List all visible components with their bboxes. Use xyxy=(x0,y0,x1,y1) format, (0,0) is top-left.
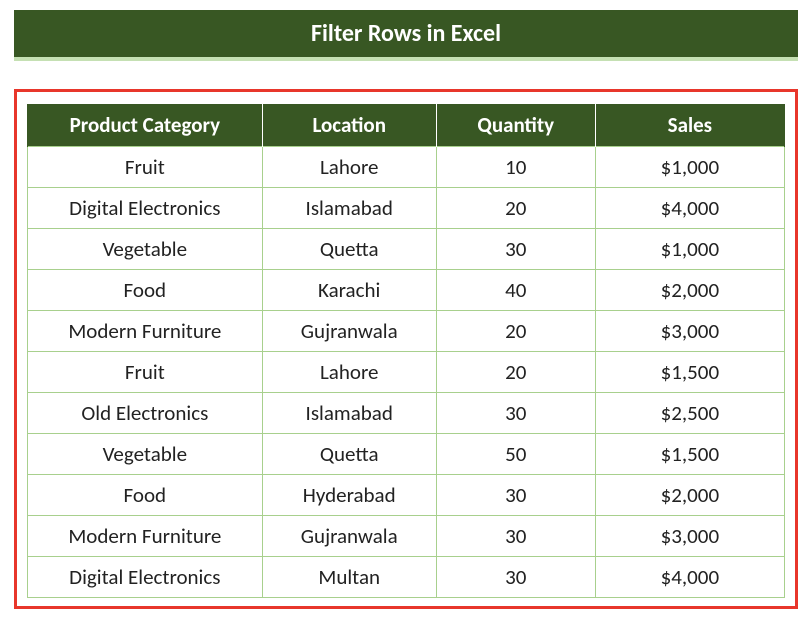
cell-location: Karachi xyxy=(262,270,436,311)
cell-category: Fruit xyxy=(28,352,263,393)
table-row: Digital ElectronicsMultan30$4,000 xyxy=(28,557,785,598)
cell-quantity: 10 xyxy=(436,147,595,188)
cell-quantity: 20 xyxy=(436,311,595,352)
table-row: Digital ElectronicsIslamabad20$4,000 xyxy=(28,188,785,229)
table-row: Modern FurnitureGujranwala20$3,000 xyxy=(28,311,785,352)
cell-quantity: 30 xyxy=(436,516,595,557)
cell-quantity: 20 xyxy=(436,188,595,229)
cell-sales: $3,000 xyxy=(595,311,784,352)
cell-sales: $1,500 xyxy=(595,434,784,475)
cell-location: Quetta xyxy=(262,229,436,270)
table-container: Product Category Location Quantity Sales… xyxy=(14,89,798,609)
cell-sales: $2,000 xyxy=(595,270,784,311)
table-row: FoodKarachi40$2,000 xyxy=(28,270,785,311)
header-category: Product Category xyxy=(28,104,263,147)
header-quantity: Quantity xyxy=(436,104,595,147)
cell-quantity: 30 xyxy=(436,475,595,516)
cell-quantity: 30 xyxy=(436,229,595,270)
cell-location: Multan xyxy=(262,557,436,598)
cell-location: Gujranwala xyxy=(262,516,436,557)
cell-location: Islamabad xyxy=(262,188,436,229)
cell-sales: $2,500 xyxy=(595,393,784,434)
cell-category: Fruit xyxy=(28,147,263,188)
cell-location: Hyderabad xyxy=(262,475,436,516)
cell-category: Food xyxy=(28,475,263,516)
cell-category: Old Electronics xyxy=(28,393,263,434)
cell-location: Quetta xyxy=(262,434,436,475)
table-row: FruitLahore20$1,500 xyxy=(28,352,785,393)
table-row: VegetableQuetta30$1,000 xyxy=(28,229,785,270)
cell-quantity: 20 xyxy=(436,352,595,393)
data-table: Product Category Location Quantity Sales… xyxy=(27,104,785,598)
cell-location: Islamabad xyxy=(262,393,436,434)
cell-quantity: 50 xyxy=(436,434,595,475)
cell-category: Food xyxy=(28,270,263,311)
table-row: FruitLahore10$1,000 xyxy=(28,147,785,188)
header-row: Product Category Location Quantity Sales xyxy=(28,104,785,147)
cell-sales: $2,000 xyxy=(595,475,784,516)
table-row: Old ElectronicsIslamabad30$2,500 xyxy=(28,393,785,434)
cell-sales: $1,500 xyxy=(595,352,784,393)
cell-category: Modern Furniture xyxy=(28,311,263,352)
cell-quantity: 30 xyxy=(436,557,595,598)
cell-sales: $3,000 xyxy=(595,516,784,557)
page-title: Filter Rows in Excel xyxy=(14,10,798,61)
cell-sales: $4,000 xyxy=(595,557,784,598)
cell-location: Lahore xyxy=(262,352,436,393)
cell-sales: $4,000 xyxy=(595,188,784,229)
cell-category: Digital Electronics xyxy=(28,557,263,598)
cell-category: Digital Electronics xyxy=(28,188,263,229)
cell-quantity: 40 xyxy=(436,270,595,311)
table-row: VegetableQuetta50$1,500 xyxy=(28,434,785,475)
cell-category: Vegetable xyxy=(28,434,263,475)
cell-sales: $1,000 xyxy=(595,147,784,188)
cell-sales: $1,000 xyxy=(595,229,784,270)
cell-category: Modern Furniture xyxy=(28,516,263,557)
table-row: Modern FurnitureGujranwala30$3,000 xyxy=(28,516,785,557)
header-location: Location xyxy=(262,104,436,147)
cell-quantity: 30 xyxy=(436,393,595,434)
cell-category: Vegetable xyxy=(28,229,263,270)
cell-location: Lahore xyxy=(262,147,436,188)
header-sales: Sales xyxy=(595,104,784,147)
cell-location: Gujranwala xyxy=(262,311,436,352)
table-row: FoodHyderabad30$2,000 xyxy=(28,475,785,516)
